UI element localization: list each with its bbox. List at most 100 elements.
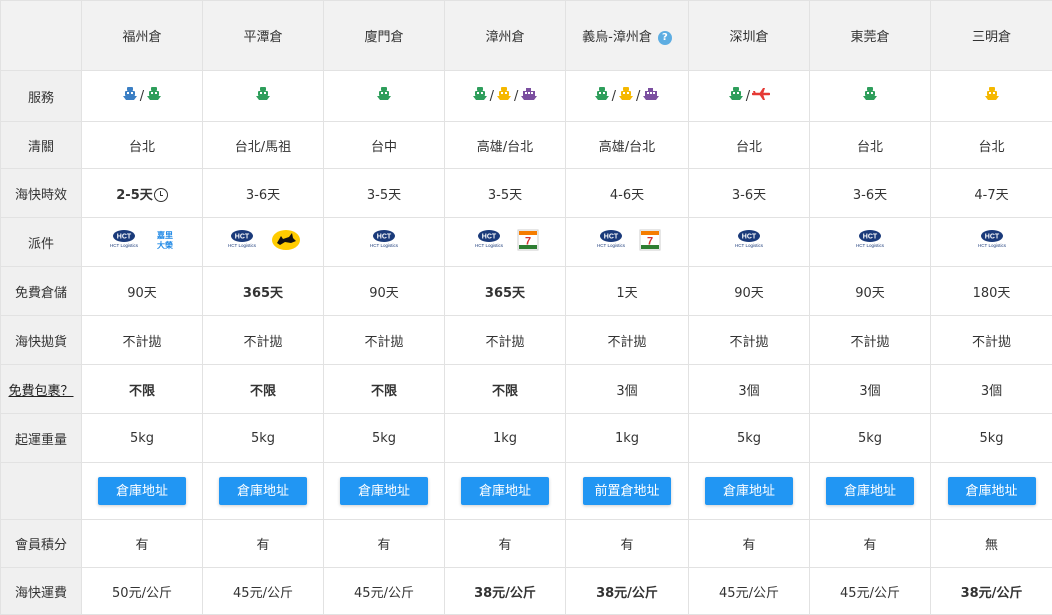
bulk-value: 不計拋 bbox=[485, 335, 524, 350]
service-cell: / bbox=[689, 71, 810, 122]
storage-cell: 90天 bbox=[324, 267, 445, 316]
fee-value: 45元/公斤 bbox=[354, 586, 414, 601]
points-value: 有 bbox=[620, 538, 633, 553]
kerry-logo-icon: 嘉里大榮 bbox=[152, 229, 178, 255]
svg-text:HCT Logistics: HCT Logistics bbox=[597, 243, 626, 248]
clearance-value: 台中 bbox=[371, 140, 397, 155]
points-cell: 有 bbox=[810, 520, 931, 568]
free-parcels-cell: 3個 bbox=[931, 365, 1052, 414]
free-parcels-info-link[interactable]: 免費包裹？ bbox=[8, 384, 73, 399]
storage-value: 90天 bbox=[369, 286, 399, 301]
min-weight-cell: 5kg bbox=[810, 414, 931, 463]
warehouse-address-button[interactable]: 前置倉地址 bbox=[583, 477, 671, 505]
bulk-value: 不計拋 bbox=[243, 335, 282, 350]
min-weight-value: 1kg bbox=[493, 431, 517, 446]
warehouse-name: 福州倉 bbox=[122, 30, 161, 45]
address-button-cell: 倉庫地址 bbox=[203, 463, 324, 520]
fee-cell: 38元/公斤 bbox=[566, 568, 689, 615]
svg-text:HCT Logistics: HCT Logistics bbox=[735, 243, 764, 248]
warehouse-address-button[interactable]: 倉庫地址 bbox=[340, 477, 428, 505]
min-weight-cell: 5kg bbox=[931, 414, 1052, 463]
min-weight-value: 5kg bbox=[251, 431, 275, 446]
warehouse-address-button[interactable]: 倉庫地址 bbox=[219, 477, 307, 505]
svg-text:HCT: HCT bbox=[377, 234, 392, 241]
eta-cell: 3-5天 bbox=[324, 169, 445, 218]
warehouse-address-button[interactable]: 倉庫地址 bbox=[948, 477, 1036, 505]
bulk-cell: 不計拋 bbox=[324, 316, 445, 365]
clearance-value: 台北 bbox=[857, 140, 883, 155]
warehouse-header-7: 三明倉 bbox=[931, 1, 1052, 71]
min-weight-value: 5kg bbox=[737, 431, 761, 446]
ship-icon bbox=[122, 86, 138, 106]
separator: / bbox=[612, 89, 616, 104]
warehouse-address-button[interactable]: 倉庫地址 bbox=[705, 477, 793, 505]
points-value: 無 bbox=[985, 538, 998, 553]
row-label-text: 派件 bbox=[28, 237, 54, 252]
fee-cell: 45元/公斤 bbox=[203, 568, 324, 615]
seven-eleven-logo-icon: 7 bbox=[517, 229, 539, 255]
min-weight-value: 5kg bbox=[130, 431, 154, 446]
storage-value: 90天 bbox=[734, 286, 764, 301]
free-parcels-value: 不限 bbox=[492, 384, 518, 399]
storage-value: 90天 bbox=[855, 286, 885, 301]
address-button-cell: 倉庫地址 bbox=[445, 463, 566, 520]
warehouse-header-0: 福州倉 bbox=[82, 1, 203, 71]
ship-icon bbox=[618, 86, 634, 106]
bulk-cell: 不計拋 bbox=[931, 316, 1052, 365]
free-parcels-value: 不限 bbox=[129, 384, 155, 399]
eta-value: 4-7天 bbox=[974, 188, 1008, 203]
row-eta: 海快時效2-5天3-6天3-5天3-5天4-6天3-6天3-6天4-7天 bbox=[1, 169, 1052, 218]
min-weight-cell: 5kg bbox=[203, 414, 324, 463]
bulk-cell: 不計拋 bbox=[82, 316, 203, 365]
address-button-cell: 倉庫地址 bbox=[324, 463, 445, 520]
eta-cell: 3-6天 bbox=[689, 169, 810, 218]
clearance-cell: 台北 bbox=[931, 122, 1052, 169]
warehouse-name: 平潭倉 bbox=[243, 30, 282, 45]
hct-logo-icon: HCTHCT Logistics bbox=[224, 229, 260, 255]
row-label bbox=[1, 463, 82, 520]
fee-cell: 45元/公斤 bbox=[810, 568, 931, 615]
warehouse-header-5: 深圳倉 bbox=[689, 1, 810, 71]
free-parcels-value: 3個 bbox=[981, 384, 1002, 399]
bulk-cell: 不計拋 bbox=[566, 316, 689, 365]
row-label-text: 服務 bbox=[28, 91, 54, 106]
free-parcels-cell: 不限 bbox=[82, 365, 203, 414]
seven-eleven-logo-icon: 7 bbox=[639, 229, 661, 255]
storage-value: 90天 bbox=[127, 286, 157, 301]
row-label: 清關 bbox=[1, 122, 82, 169]
points-cell: 有 bbox=[445, 520, 566, 568]
storage-value: 365天 bbox=[243, 286, 283, 301]
eta-cell: 3-6天 bbox=[810, 169, 931, 218]
warehouse-address-button[interactable]: 倉庫地址 bbox=[98, 477, 186, 505]
clearance-value: 高雄/台北 bbox=[477, 140, 533, 155]
address-button-cell: 倉庫地址 bbox=[689, 463, 810, 520]
row-label-text: 海快拋貨 bbox=[15, 335, 67, 350]
clearance-cell: 台中 bbox=[324, 122, 445, 169]
svg-text:HCT Logistics: HCT Logistics bbox=[370, 243, 399, 248]
help-icon[interactable]: ? bbox=[658, 31, 672, 45]
delivery-cell: HCT HCT Logistics bbox=[324, 218, 445, 267]
eta-cell: 4-6天 bbox=[566, 169, 689, 218]
row-free_parcels: 免費包裹？不限不限不限不限3個3個3個3個 bbox=[1, 365, 1052, 414]
clearance-cell: 高雄/台北 bbox=[566, 122, 689, 169]
warehouse-address-button[interactable]: 倉庫地址 bbox=[461, 477, 549, 505]
delivery-cell: HCTHCT Logistics7 bbox=[445, 218, 566, 267]
row-label: 派件 bbox=[1, 218, 82, 267]
clearance-cell: 台北 bbox=[810, 122, 931, 169]
hct-logo-icon: HCTHCT Logistics bbox=[593, 229, 629, 255]
free-parcels-value: 3個 bbox=[859, 384, 880, 399]
row-label: 海快時效 bbox=[1, 169, 82, 218]
warehouse-name: 義烏-漳州倉 bbox=[582, 30, 652, 45]
warehouse-header-1: 平潭倉 bbox=[203, 1, 324, 71]
row-label: 海快拋貨 bbox=[1, 316, 82, 365]
separator: / bbox=[140, 89, 144, 104]
row-points: 會員積分有有有有有有有無 bbox=[1, 520, 1052, 568]
storage-value: 365天 bbox=[485, 286, 525, 301]
warehouse-address-button[interactable]: 倉庫地址 bbox=[826, 477, 914, 505]
free-parcels-cell: 3個 bbox=[810, 365, 931, 414]
svg-text:HCT: HCT bbox=[742, 234, 757, 241]
delivery-cell: HCTHCT Logistics 7 bbox=[566, 218, 689, 267]
service-cell bbox=[203, 71, 324, 122]
ship-icon bbox=[472, 86, 488, 106]
fee-cell: 45元/公斤 bbox=[689, 568, 810, 615]
